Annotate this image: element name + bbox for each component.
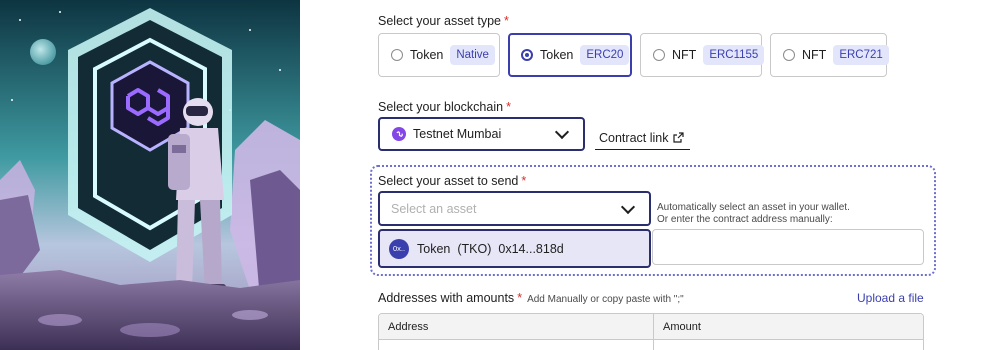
required-mark: *: [517, 291, 523, 305]
required-mark: *: [506, 100, 511, 114]
blockchain-selected-value: Testnet Mumbai: [413, 127, 502, 141]
token-symbol: (TKO): [457, 241, 492, 256]
chevron-down-icon: [554, 124, 570, 140]
hero-illustration: [0, 0, 300, 350]
addresses-table: Address Amount: [378, 313, 924, 350]
asset-option-nft-erc1155[interactable]: NFT ERC1155: [640, 33, 765, 77]
required-mark: *: [503, 14, 509, 28]
contract-address-input[interactable]: [652, 229, 924, 265]
asset-option-chip: ERC721: [833, 45, 889, 65]
blockchain-select[interactable]: Testnet Mumbai: [378, 117, 585, 151]
asset-option-label: NFT: [672, 48, 697, 62]
asset-select[interactable]: Select an asset: [378, 191, 651, 226]
asset-option-label: Token: [410, 48, 444, 62]
addresses-hint: Add Manually or copy paste with ";": [527, 294, 684, 305]
astronaut-polygon-artwork: [0, 0, 300, 350]
table-header: Address Amount: [379, 314, 923, 340]
token-name: Token: [417, 241, 451, 256]
addresses-label: Addresses with amounts * Add Manually or c…: [378, 291, 684, 305]
contract-link[interactable]: Contract link: [595, 131, 690, 150]
asset-option-chip: ERC1155: [703, 45, 765, 65]
required-mark: *: [521, 174, 527, 188]
asset-helper-text: Automatically select an asset in your wa…: [657, 202, 850, 226]
polygon-icon: [392, 127, 406, 141]
asset-option-chip: ERC20: [580, 45, 630, 65]
token-icon: 0x..: [389, 238, 409, 259]
helper-line: Automatically select an asset in your wa…: [657, 202, 850, 213]
blockchain-label: Select your blockchain *: [378, 100, 511, 114]
asset-option-token-native[interactable]: Token Native: [378, 33, 500, 77]
asset-type-label: Select your asset type *: [378, 14, 509, 28]
external-link-icon: [673, 132, 685, 143]
chevron-down-icon: [620, 199, 636, 214]
asset-option-chip: Native: [450, 45, 495, 65]
radio-selected-icon[interactable]: [521, 49, 533, 61]
asset-dropdown-option[interactable]: 0x.. Token (TKO) 0x14...818d: [378, 229, 651, 268]
asset-option-label: NFT: [802, 48, 827, 62]
send-form: Select your asset type * Token Native Tok…: [300, 0, 1000, 350]
radio-icon[interactable]: [783, 49, 795, 61]
helper-line: Or enter the contract address manually:: [657, 214, 833, 225]
token-address: 0x14...818d: [498, 241, 564, 256]
asset-select-placeholder: Select an asset: [391, 201, 477, 216]
column-header-address: Address: [388, 321, 429, 333]
asset-option-token-erc20[interactable]: Token ERC20: [508, 33, 632, 77]
upload-file-link[interactable]: Upload a file: [857, 291, 924, 305]
contract-link-label: Contract link: [599, 131, 669, 145]
radio-icon[interactable]: [391, 49, 403, 61]
asset-option-label: Token: [540, 48, 574, 62]
column-divider: [653, 314, 654, 350]
column-header-amount: Amount: [663, 321, 701, 333]
asset-send-label: Select your asset to send *: [378, 174, 527, 188]
asset-option-nft-erc721[interactable]: NFT ERC721: [770, 33, 889, 77]
radio-icon[interactable]: [653, 49, 665, 61]
